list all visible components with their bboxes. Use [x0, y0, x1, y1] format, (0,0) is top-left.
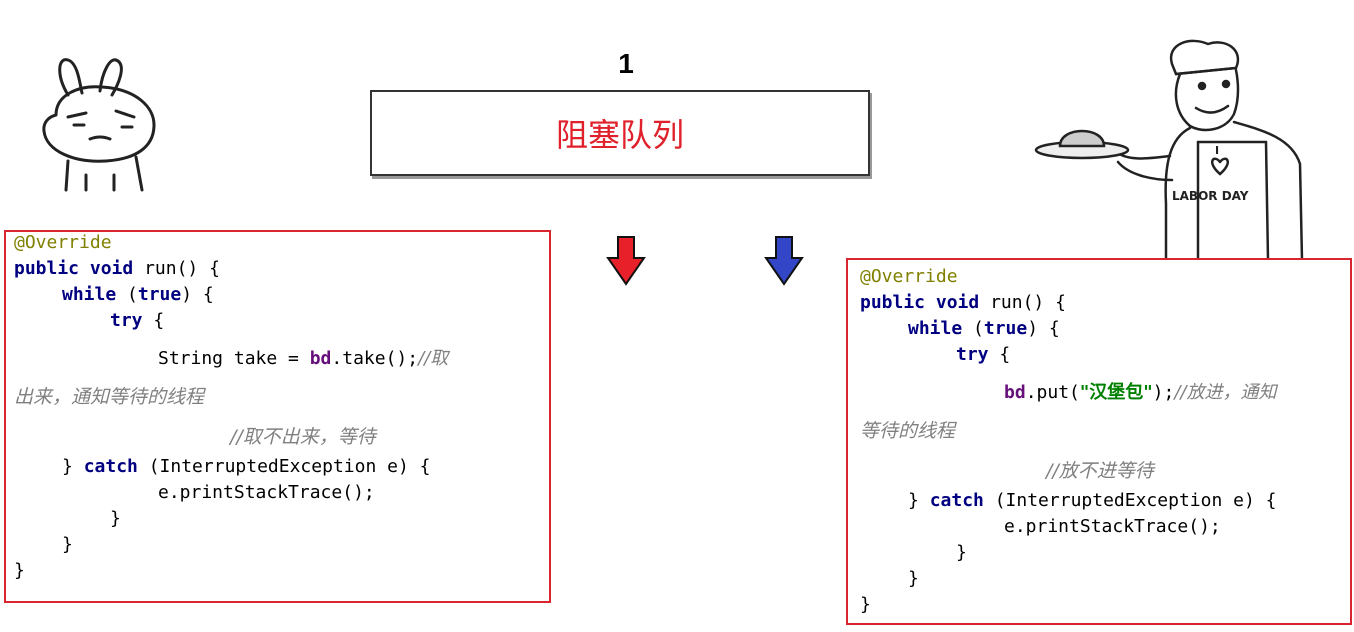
consumer-close-brace-1: } [110, 508, 121, 529]
producer-print-line: e.printStackTrace(); [1004, 516, 1221, 537]
rabbit-consumer-icon [42, 58, 156, 192]
consumer-try-line: try { [110, 310, 165, 331]
producer-while-line: while (true) { [908, 318, 1060, 339]
consumer-comment-wait: //取不出来，等待 [230, 426, 376, 448]
blue-down-arrow-icon [764, 236, 804, 286]
consumer-close-brace-2: } [62, 534, 73, 555]
consumer-comment-wrap: 出来，通知等待的线程 [14, 386, 205, 408]
producer-close-brace-3: } [860, 594, 871, 615]
producer-comment-wait: //放不进等待 [1046, 460, 1154, 482]
queue-count: 1 [618, 48, 634, 79]
blocking-queue-box: 阻塞队列 [370, 90, 870, 176]
consumer-while-line: while (true) { [62, 284, 214, 305]
producer-close-brace-1: } [956, 542, 967, 563]
consumer-annotation: @Override [14, 232, 112, 253]
consumer-method-line: public void run() { [14, 258, 220, 279]
producer-method-line: public void run() { [860, 292, 1066, 313]
consumer-catch-line: } catch (InterruptedException e) { [62, 456, 431, 477]
producer-close-brace-2: } [908, 568, 919, 589]
apron-text-labor-day: LABOR DAY [1172, 189, 1249, 203]
red-down-arrow-icon [606, 236, 646, 286]
producer-try-line: try { [956, 344, 1011, 365]
producer-comment-wrap: 等待的线程 [860, 420, 956, 442]
blocking-queue-label: 阻塞队列 [555, 116, 684, 154]
producer-annotation: @Override [860, 266, 958, 287]
chef-producer-icon: I LABOR DAY [1034, 39, 1304, 260]
consumer-take-line: String take = bd.take();//取 [158, 348, 449, 369]
producer-put-line: bd.put("汉堡包");//放进，通知 [1004, 382, 1277, 403]
producer-catch-line: } catch (InterruptedException e) { [908, 490, 1277, 511]
apron-text-i: I [1215, 144, 1219, 157]
consumer-close-brace-3: } [14, 560, 25, 581]
consumer-print-line: e.printStackTrace(); [158, 482, 375, 503]
